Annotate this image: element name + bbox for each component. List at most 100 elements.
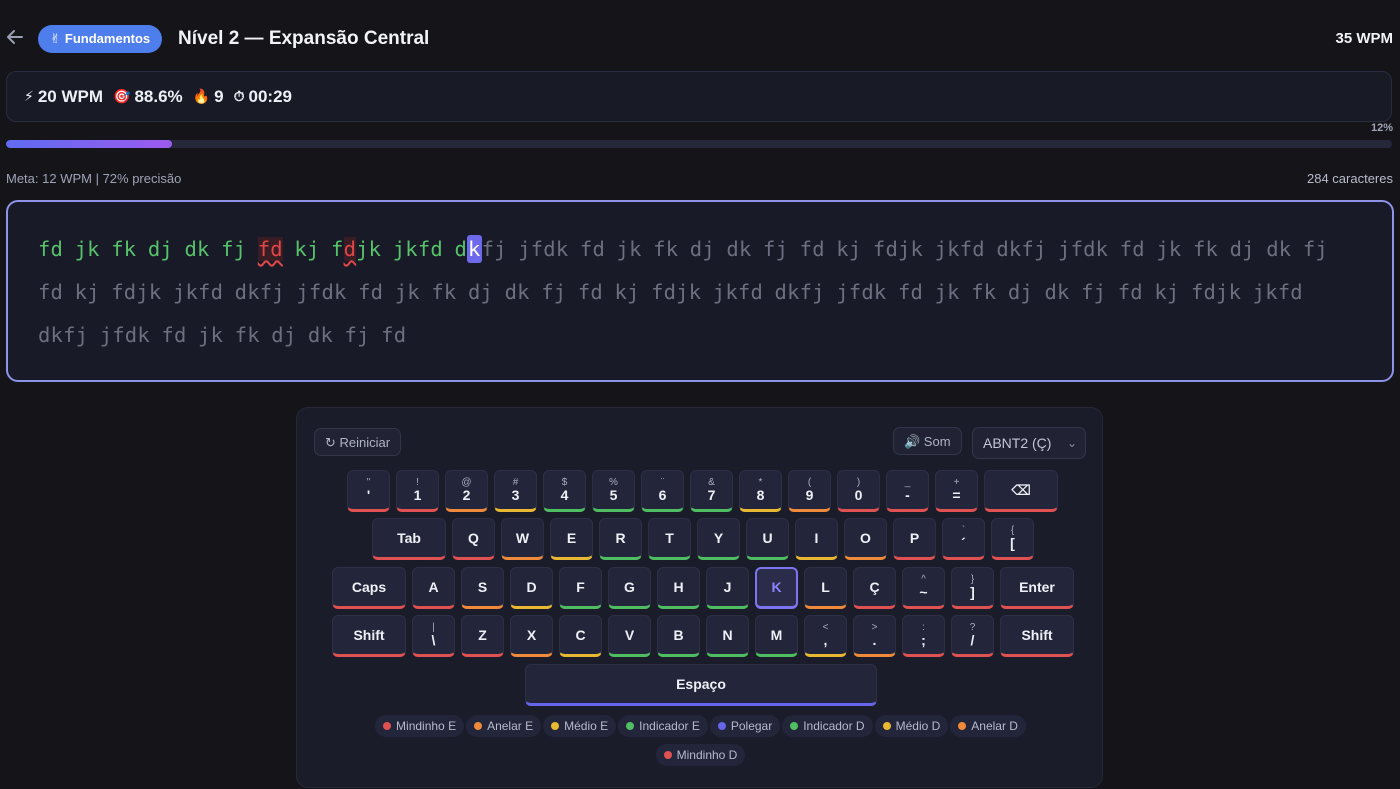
key-u[interactable]: U (746, 518, 789, 560)
key-h[interactable]: H (657, 567, 700, 609)
key-a[interactable]: A (412, 567, 455, 609)
key-g[interactable]: G (608, 567, 651, 609)
key-k[interactable]: K (755, 567, 798, 609)
legend-item: Indicador E (618, 715, 708, 737)
key-j[interactable]: J (706, 567, 749, 609)
typing-text-area[interactable]: fd jk fk dj dk fj fd kj fdjk jkfd dkfj j… (6, 200, 1394, 382)
key-label: X (526, 626, 537, 643)
key-sym-2-12[interactable]: }] (951, 567, 994, 609)
key-t[interactable]: T (648, 518, 691, 560)
key-sym-3-1[interactable]: | \ (412, 615, 455, 657)
legend-label: Médio E (564, 719, 609, 733)
key-backspace[interactable]: ⌫ (984, 470, 1058, 512)
key-o[interactable]: O (844, 518, 887, 560)
key-label: Ç (869, 578, 880, 595)
stat-streak: 🔥 9 (193, 87, 224, 107)
color-dot-icon (958, 722, 967, 730)
key-sym-1-11[interactable]: ` ´ (942, 518, 985, 560)
key-7[interactable]: & 7 (690, 470, 733, 512)
key-x[interactable]: X (510, 615, 553, 657)
key-ç[interactable]: Ç (853, 567, 896, 609)
typed-correct: jk jkfd d (356, 237, 468, 261)
key-r[interactable]: R (599, 518, 642, 560)
key-5[interactable]: % 5 (592, 470, 635, 512)
key-label: . (872, 632, 877, 648)
progress-percent: 12% (1370, 122, 1393, 134)
key-m[interactable]: M (755, 615, 798, 657)
color-dot-icon (626, 722, 635, 730)
key-shift[interactable]: Shift (1000, 615, 1074, 657)
key-sym-3-9[interactable]: <, (804, 615, 847, 657)
key-v[interactable]: V (608, 615, 651, 657)
key-label: R (615, 529, 626, 546)
key-i[interactable]: I (795, 518, 838, 560)
key-e[interactable]: E (550, 518, 593, 560)
key-sym-0-11[interactable]: _ - (886, 470, 929, 512)
key-sym-0-0[interactable]: " ' (347, 470, 390, 512)
key-p[interactable]: P (893, 518, 936, 560)
page-title: Nível 2 — Expansão Central (178, 28, 430, 49)
key-label: 0 (854, 487, 863, 503)
key-label: G (624, 578, 635, 595)
legend-item: Médio E (543, 715, 617, 737)
key-label: \ (431, 632, 436, 648)
key-label: 7 (707, 487, 716, 503)
key-s[interactable]: S (461, 567, 504, 609)
key-c[interactable]: C (559, 615, 602, 657)
key-espaço[interactable]: Espaço (525, 664, 877, 706)
key-2[interactable]: @2 (445, 470, 488, 512)
key-caps[interactable]: Caps (332, 567, 406, 609)
key-label: I (814, 529, 819, 546)
key-enter[interactable]: Enter (1000, 567, 1074, 609)
progress-fill (6, 140, 173, 148)
key-d[interactable]: D (510, 567, 553, 609)
key-shift[interactable]: Shift (332, 615, 406, 657)
key-n[interactable]: N (706, 615, 749, 657)
key-4[interactable]: $4 (543, 470, 586, 512)
key-label: T (665, 529, 674, 546)
key-1[interactable]: ! 1 (396, 470, 439, 512)
key-z[interactable]: Z (461, 615, 504, 657)
key-sym-3-12[interactable]: ? / (951, 615, 994, 657)
key-label: B (673, 626, 684, 643)
key-l[interactable]: L (804, 567, 847, 609)
legend-item: Indicador D (782, 715, 873, 737)
key-label: J (723, 578, 732, 595)
key-sym-3-10[interactable]: >. (853, 615, 896, 657)
key-label: 4 (560, 487, 569, 503)
speed-value: 20 WPM (37, 86, 104, 106)
key-label: Z (478, 626, 487, 643)
key-sym-2-11[interactable]: ^ ~ (902, 567, 945, 609)
key-label: O (860, 529, 871, 546)
key-label: ' (366, 487, 371, 503)
key-sym-1-12[interactable]: {[ (991, 518, 1034, 560)
key-b[interactable]: B (657, 615, 700, 657)
key-w[interactable]: W (501, 518, 544, 560)
key-tab[interactable]: Tab (372, 518, 446, 560)
key-f[interactable]: F (559, 567, 602, 609)
lightning-icon: ⚡ (24, 88, 34, 104)
stat-speed: ⚡ 20 WPM (24, 87, 103, 107)
key-9[interactable]: (9 (788, 470, 831, 512)
key-0[interactable]: ) 0 (837, 470, 880, 512)
key-label: Espaço (676, 675, 726, 692)
key-q[interactable]: Q (452, 518, 495, 560)
legend-item: Médio D (874, 715, 949, 737)
key-label: D (526, 578, 537, 595)
timer-icon: ⏱ (233, 88, 245, 104)
key-sym-3-11[interactable]: :; (902, 615, 945, 657)
key-3[interactable]: #3 (494, 470, 537, 512)
key-label: K (771, 579, 782, 595)
arrow-left-icon[interactable] (6, 28, 28, 50)
key-label: W (515, 529, 530, 546)
legend-item: Anelar D (950, 715, 1026, 737)
key-sym-0-12[interactable]: + = (935, 470, 978, 512)
key-8[interactable]: * 8 (739, 470, 782, 512)
key-label: 3 (511, 487, 520, 503)
char-count: 284 caracteres (1307, 171, 1393, 186)
key-6[interactable]: ¨ 6 (641, 470, 684, 512)
time-value: 00:29 (248, 86, 292, 106)
key-label: 1 (413, 487, 422, 503)
key-label: / (970, 632, 975, 648)
key-y[interactable]: Y (697, 518, 740, 560)
